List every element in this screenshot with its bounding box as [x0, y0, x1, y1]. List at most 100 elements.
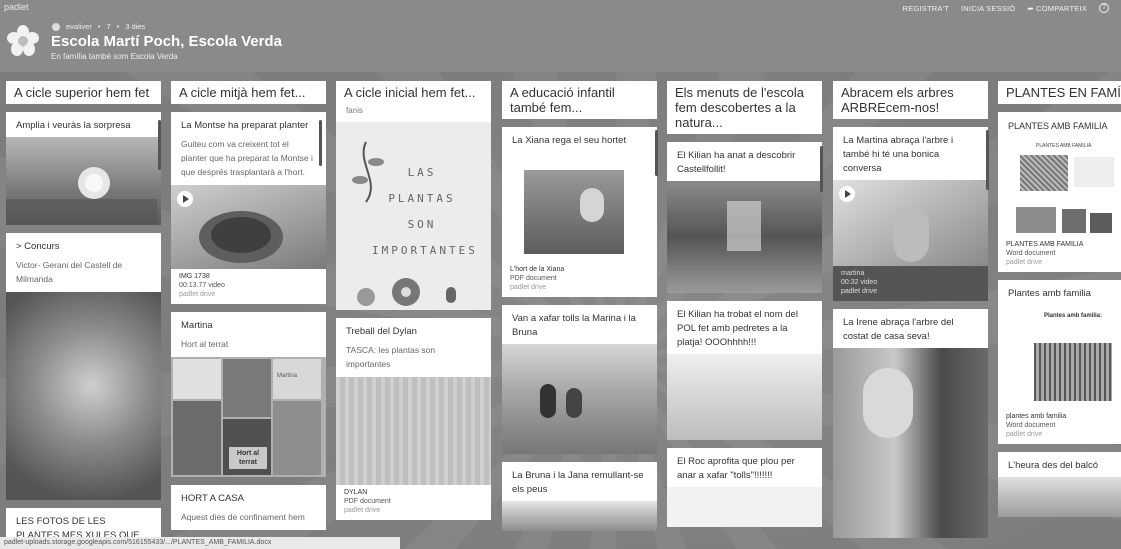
post-card[interactable]: La Irene abraça l'arbre del costat de ca… — [833, 309, 988, 538]
post-card[interactable]: El Kilian ha anat a descobrir Castellfol… — [667, 142, 822, 293]
collage-tile — [273, 401, 321, 475]
collage-tile — [173, 401, 221, 475]
doc-preview[interactable]: PLANTES AMB FAMILIA — [998, 137, 1121, 237]
column-title: A educació infantil també fem... — [502, 81, 657, 119]
post-card[interactable]: La Bruna i la Jana remullant-se els peus — [502, 462, 657, 531]
doc-image — [1062, 209, 1086, 233]
post-card[interactable]: Treball del Dylan TASCA: les plantas son… — [336, 318, 491, 520]
child-figure — [893, 206, 929, 262]
share-label: COMPARTEIX — [1036, 3, 1087, 13]
column-title: A cicle inicial hem fet... — [336, 81, 491, 104]
column-cicle-inicial: A cicle inicial hem fet... fanis LAS PLA… — [336, 81, 491, 549]
river-photo — [667, 181, 822, 293]
top-nav: REGISTRA'T INICIA SESSIÓ ➦ COMPARTEIX ? — [903, 3, 1109, 13]
flower-logo-icon — [7, 25, 39, 56]
bullet: • — [97, 22, 101, 31]
post-body: Guiteu com va creixent tot el planter qu… — [181, 139, 313, 177]
column-title: PLANTES EN FAMÍLIA — [998, 81, 1121, 104]
post-body: Victor- Gerani del Castell de Milmanda — [16, 260, 123, 284]
column-scrollbar[interactable] — [655, 130, 658, 176]
file-source: padlet drive — [841, 288, 878, 295]
post-body: Hort al terrat — [181, 339, 229, 349]
post-image — [998, 477, 1121, 517]
geranium-photo — [6, 292, 161, 500]
collage-sign: Hort al terrat — [229, 447, 267, 469]
column-menuts-natura: Els menuts de l'escola fem descobertes a… — [667, 81, 822, 549]
post-card[interactable]: El Kilian ha trobat el nom del POL fet a… — [667, 301, 822, 440]
doc-image — [1016, 207, 1056, 233]
word-attachment[interactable]: PLANTES AMB FAMILIA Word document padlet… — [998, 237, 1121, 272]
doc-heading: Plantes amb familia: — [1044, 313, 1103, 319]
file-meta: 00:13.77 video — [179, 282, 225, 289]
video-attachment[interactable]: martina 00:32 video padlet drive — [833, 266, 988, 301]
waterfall — [727, 201, 761, 251]
drawing-image: LAS PLANTAS SON IMPORTANTES — [336, 122, 491, 310]
post-card[interactable]: > Concurs Victor- Gerani del Castell de … — [6, 233, 161, 500]
post-count: 7 — [106, 22, 111, 31]
column-educacio-infantil: A educació infantil també fem... La Xian… — [502, 81, 657, 549]
document-preview[interactable] — [336, 377, 491, 485]
doc-image — [1090, 213, 1112, 233]
file-source: padlet drive — [344, 507, 381, 514]
post-title: > Concurs — [16, 241, 60, 252]
file-meta: PDF document — [344, 498, 391, 505]
collage-label: Martina — [273, 359, 321, 399]
video-attachment[interactable]: IMG 1738 00:13.77 video padlet drive — [171, 269, 326, 304]
post-card[interactable]: PLANTES AMB FAMILIA PLANTES AMB FAMILIA … — [998, 112, 1121, 272]
doc-image — [1020, 155, 1068, 191]
post-image — [502, 501, 657, 531]
pdf-attachment[interactable]: DYLAN PDF document padlet drive — [336, 485, 491, 520]
post-title: Plantes amb familia — [1008, 288, 1091, 299]
post-card[interactable]: HORT A CASA Aquest dies de confinament h… — [171, 485, 326, 530]
file-source: padlet drive — [1006, 431, 1043, 438]
video-thumbnail[interactable] — [833, 180, 988, 266]
doc-text-block — [1074, 157, 1114, 187]
collage-tile — [223, 359, 271, 417]
pdf-photo — [524, 170, 624, 254]
column-scrollbar[interactable] — [158, 120, 161, 170]
collage-image: Martina Hort al terrat — [171, 357, 326, 477]
column-title: Els menuts de l'escola fem descobertes a… — [667, 81, 822, 134]
post-title: Van a xafar tolls la Marina i la Bruna — [512, 313, 636, 338]
beach-photo — [667, 354, 822, 440]
post-card[interactable]: El Roc aprofita que plou per anar a xafa… — [667, 448, 822, 527]
video-thumbnail[interactable] — [171, 185, 326, 269]
column-plantes-familia: PLANTES EN FAMÍLIA PLANTES AMB FAMILIA P… — [998, 81, 1121, 549]
column-scrollbar[interactable] — [986, 130, 989, 190]
flower-photo — [6, 167, 157, 225]
post-title: La Irene abraça l'arbre del costat de ca… — [843, 317, 954, 342]
top-bar: padlet REGISTRA'T INICIA SESSIÓ ➦ COMPAR… — [0, 0, 1121, 72]
post-card[interactable]: Amplia i veuràs la sorpresa — [6, 112, 161, 225]
post-title: El Roc aprofita que plou per anar a xafa… — [677, 456, 795, 481]
play-icon[interactable] — [839, 186, 855, 202]
post-card[interactable]: La Montse ha preparat planter Guiteu com… — [171, 112, 326, 304]
child-figure — [566, 388, 582, 418]
post-card[interactable]: L'heura des del balcó — [998, 452, 1121, 517]
doc-heading: PLANTES AMB FAMILIA — [1036, 143, 1092, 149]
login-link[interactable]: INICIA SESSIÓ — [961, 4, 1015, 13]
post-card[interactable]: La Martina abraça l'arbre i també hi té … — [833, 127, 988, 301]
column-scrollbar[interactable] — [319, 120, 322, 166]
pdf-preview[interactable] — [502, 152, 657, 262]
column-title: A cicle superior hem fet — [6, 81, 161, 104]
post-card[interactable]: fanis LAS PLANTAS SON IMPORTANTES — [336, 104, 491, 310]
help-icon[interactable]: ? — [1099, 3, 1109, 13]
brand-label[interactable]: padlet — [4, 2, 29, 12]
word-attachment[interactable]: plantes amb familia Word document padlet… — [998, 409, 1121, 444]
column-cicle-mitja: A cicle mitjà hem fet... La Montse ha pr… — [171, 81, 326, 549]
file-source: padlet drive — [510, 284, 547, 291]
doc-preview[interactable]: Plantes amb familia: — [998, 305, 1121, 409]
post-card[interactable]: Van a xafar tolls la Marina i la Bruna — [502, 305, 657, 454]
column-scrollbar[interactable] — [820, 146, 823, 192]
register-link[interactable]: REGISTRA'T — [903, 4, 949, 13]
file-name: L'hort de la Xiana — [510, 266, 565, 273]
post-title: La Xiana rega el seu hortet — [512, 135, 627, 146]
post-card[interactable]: Plantes amb familia Plantes amb familia:… — [998, 280, 1121, 444]
post-card[interactable]: Martina Hort al terrat Martina Hort al t… — [171, 312, 326, 477]
puddle-photo — [502, 344, 657, 454]
share-link[interactable]: ➦ COMPARTEIX — [1027, 4, 1087, 13]
seedling-tray — [199, 211, 283, 263]
post-card[interactable]: La Xiana rega el seu hortet L'hort de la… — [502, 127, 657, 297]
pdf-attachment[interactable]: L'hort de la Xiana PDF document padlet d… — [502, 262, 657, 297]
post-title: La Martina abraça l'arbre i també hi té … — [843, 135, 954, 174]
